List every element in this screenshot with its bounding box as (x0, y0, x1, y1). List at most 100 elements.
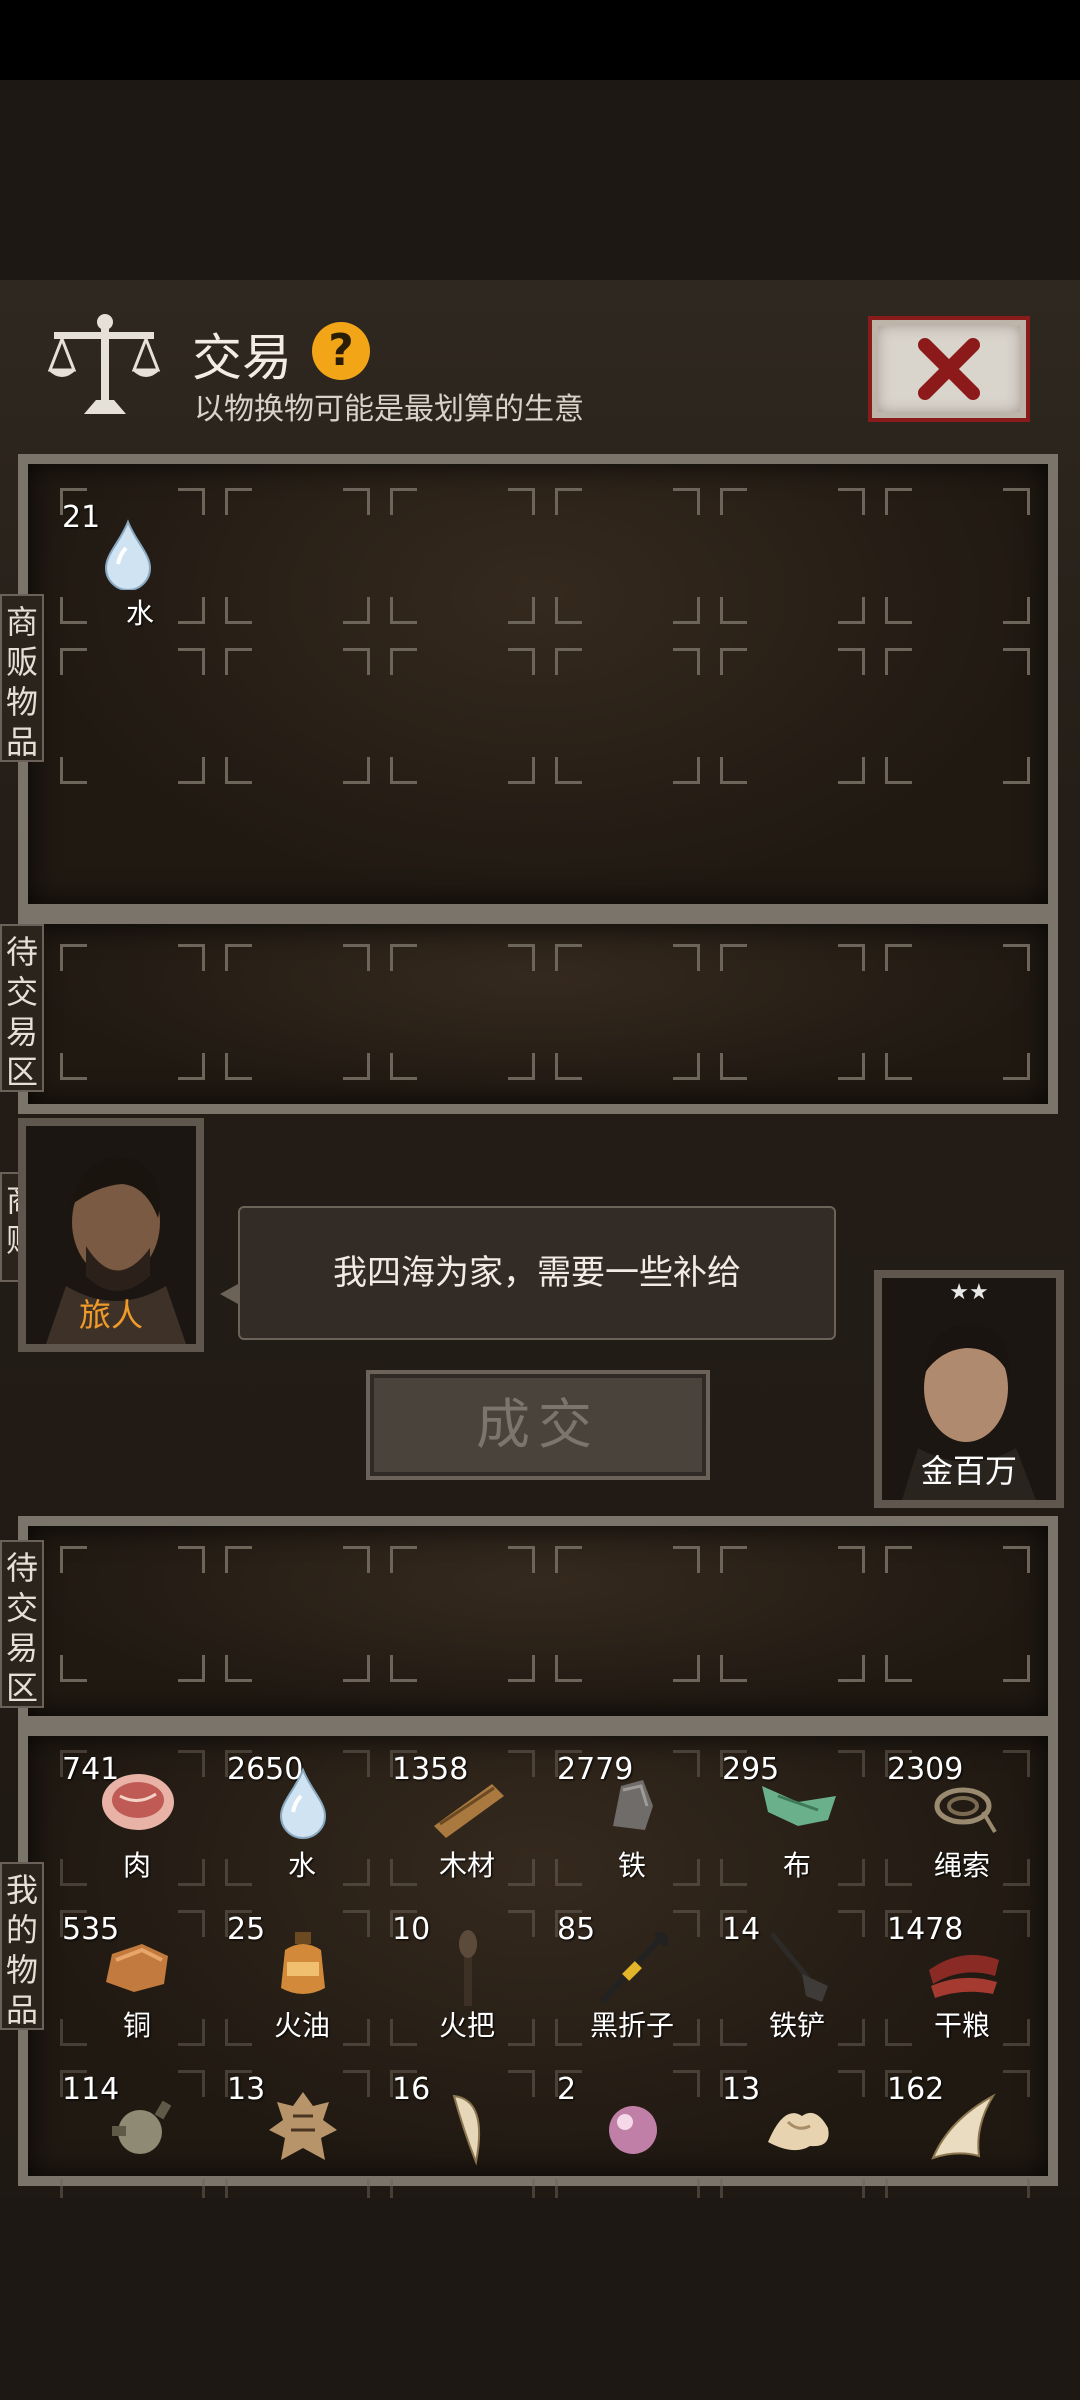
player-portrait[interactable]: ★★ 金百万 (874, 1270, 1064, 1508)
item-label: 木材 (438, 1849, 495, 1882)
top-spacer (0, 80, 1080, 280)
slot[interactable] (875, 1534, 1040, 1694)
my-item-animal-hide[interactable]: 13 (227, 2072, 377, 2202)
item-label: 铁铲 (768, 2009, 825, 2042)
deal-button[interactable]: 成交 (366, 1370, 710, 1480)
tab-my-goods[interactable]: 我的物品 (0, 1862, 44, 2030)
bottom-spacer (0, 2198, 1080, 2400)
close-icon (918, 338, 980, 400)
item-quantity: 16 (392, 2072, 431, 2107)
flask-icon (112, 2100, 172, 2154)
crowbar-icon (600, 1932, 669, 2003)
item-quantity: 2 (557, 2072, 577, 2107)
tab-merchant-goods[interactable]: 商贩物品 (0, 594, 44, 762)
my-item-pearl[interactable]: 2 (557, 2072, 707, 2202)
my-item-water-drop[interactable]: 2650 水 (227, 1752, 377, 1882)
item-quantity: 25 (227, 1912, 266, 1947)
my-item-flask[interactable]: 114 (62, 2072, 212, 2202)
my-item-iron[interactable]: 2779 铁 (557, 1752, 707, 1882)
player-name: 金百万 (920, 1452, 1017, 1490)
slot[interactable] (710, 476, 875, 636)
slot[interactable] (50, 932, 215, 1092)
slot[interactable] (380, 476, 545, 636)
slot[interactable] (215, 1534, 380, 1694)
my-pending-grid (50, 1534, 1040, 1694)
my-item-fuel-oil[interactable]: 25 火油 (227, 1912, 377, 2042)
tab-merchant-pending[interactable]: 待交易区 (0, 924, 44, 1092)
shovel-icon (770, 1932, 828, 2002)
slot[interactable] (215, 476, 380, 636)
wood-icon (434, 1784, 504, 1838)
merchant-name: 旅人 (78, 1296, 143, 1334)
close-button[interactable] (868, 316, 1030, 422)
meat-icon (102, 1774, 174, 1830)
scale-icon (47, 314, 161, 414)
slot[interactable] (875, 476, 1040, 636)
rank-stars: ★★ (949, 1280, 989, 1305)
my-item-rope[interactable]: 2309 绳索 (887, 1752, 1037, 1882)
my-item-shovel[interactable]: 14 铁铲 (722, 1912, 872, 2042)
claw-icon (931, 2093, 996, 2160)
slot[interactable] (380, 1534, 545, 1694)
status-bar (0, 0, 1080, 80)
page-subtitle: 以物换物可能是最划算的生意 (194, 392, 584, 427)
bone-icon (768, 2112, 829, 2151)
item-label: 火油 (273, 2009, 330, 2042)
torch-icon (459, 1930, 477, 2006)
slot[interactable] (545, 636, 710, 796)
page-title: 交易 (192, 329, 292, 387)
rope-icon (934, 1787, 997, 1834)
slot[interactable] (710, 932, 875, 1092)
water-drop-icon (279, 1767, 327, 1839)
my-item-bone[interactable]: 13 (722, 2072, 872, 2202)
slot[interactable] (380, 932, 545, 1092)
slot[interactable] (875, 932, 1040, 1092)
item-quantity: 21 (62, 500, 101, 535)
merchant-portrait[interactable]: 旅人 (18, 1118, 204, 1352)
speech-tail (220, 1284, 238, 1304)
my-item-meat[interactable]: 741 肉 (62, 1752, 212, 1882)
fuel-oil-icon (281, 1932, 325, 1994)
slot[interactable] (710, 636, 875, 796)
help-icon[interactable]: ? (312, 322, 370, 380)
item-label: 水 (287, 1849, 316, 1882)
fang-icon (452, 2094, 481, 2166)
my-item-cloth[interactable]: 295 布 (722, 1752, 872, 1882)
dried-food-icon (929, 1954, 999, 1998)
slot[interactable] (710, 1534, 875, 1694)
my-item-fang[interactable]: 16 (392, 2072, 542, 2202)
slot[interactable] (545, 476, 710, 636)
item-quantity: 13 (227, 2072, 266, 2107)
my-item-copper[interactable]: 535 铜 (62, 1912, 212, 2042)
copper-icon (106, 1944, 168, 1992)
item-label: 水 (125, 597, 154, 630)
slot[interactable] (380, 636, 545, 796)
slot[interactable] (215, 932, 380, 1092)
water-drop-icon (104, 519, 152, 590)
merchant-item-water[interactable]: 21 水 (62, 500, 212, 630)
item-label: 布 (782, 1849, 811, 1882)
item-quantity: 85 (557, 1912, 596, 1947)
item-label: 火把 (438, 2009, 495, 2042)
item-label: 铁 (617, 1849, 646, 1882)
my-item-torch[interactable]: 10 火把 (392, 1912, 542, 2042)
item-label: 绳索 (933, 1849, 990, 1882)
slot[interactable] (50, 636, 215, 796)
pearl-icon (609, 2106, 657, 2154)
slot[interactable] (875, 636, 1040, 796)
my-item-dried-food[interactable]: 1478 干粮 (887, 1912, 1037, 2042)
slot[interactable] (545, 932, 710, 1092)
slot[interactable] (215, 636, 380, 796)
item-label: 肉 (122, 1849, 151, 1882)
item-quantity: 13 (722, 2072, 761, 2107)
tab-my-pending[interactable]: 待交易区 (0, 1540, 44, 1708)
merchant-speech-bubble: 我四海为家，需要一些补给 (238, 1206, 836, 1340)
merchant-pending-grid (50, 932, 1040, 1092)
my-item-claw[interactable]: 162 (887, 2072, 1037, 2202)
slot[interactable] (50, 1534, 215, 1694)
iron-icon (613, 1780, 653, 1830)
slot[interactable] (545, 1534, 710, 1694)
item-label: 黑折子 (589, 2009, 674, 2042)
my-item-wood[interactable]: 1358 木材 (392, 1752, 542, 1882)
my-item-crowbar[interactable]: 85 黑折子 (557, 1912, 707, 2042)
